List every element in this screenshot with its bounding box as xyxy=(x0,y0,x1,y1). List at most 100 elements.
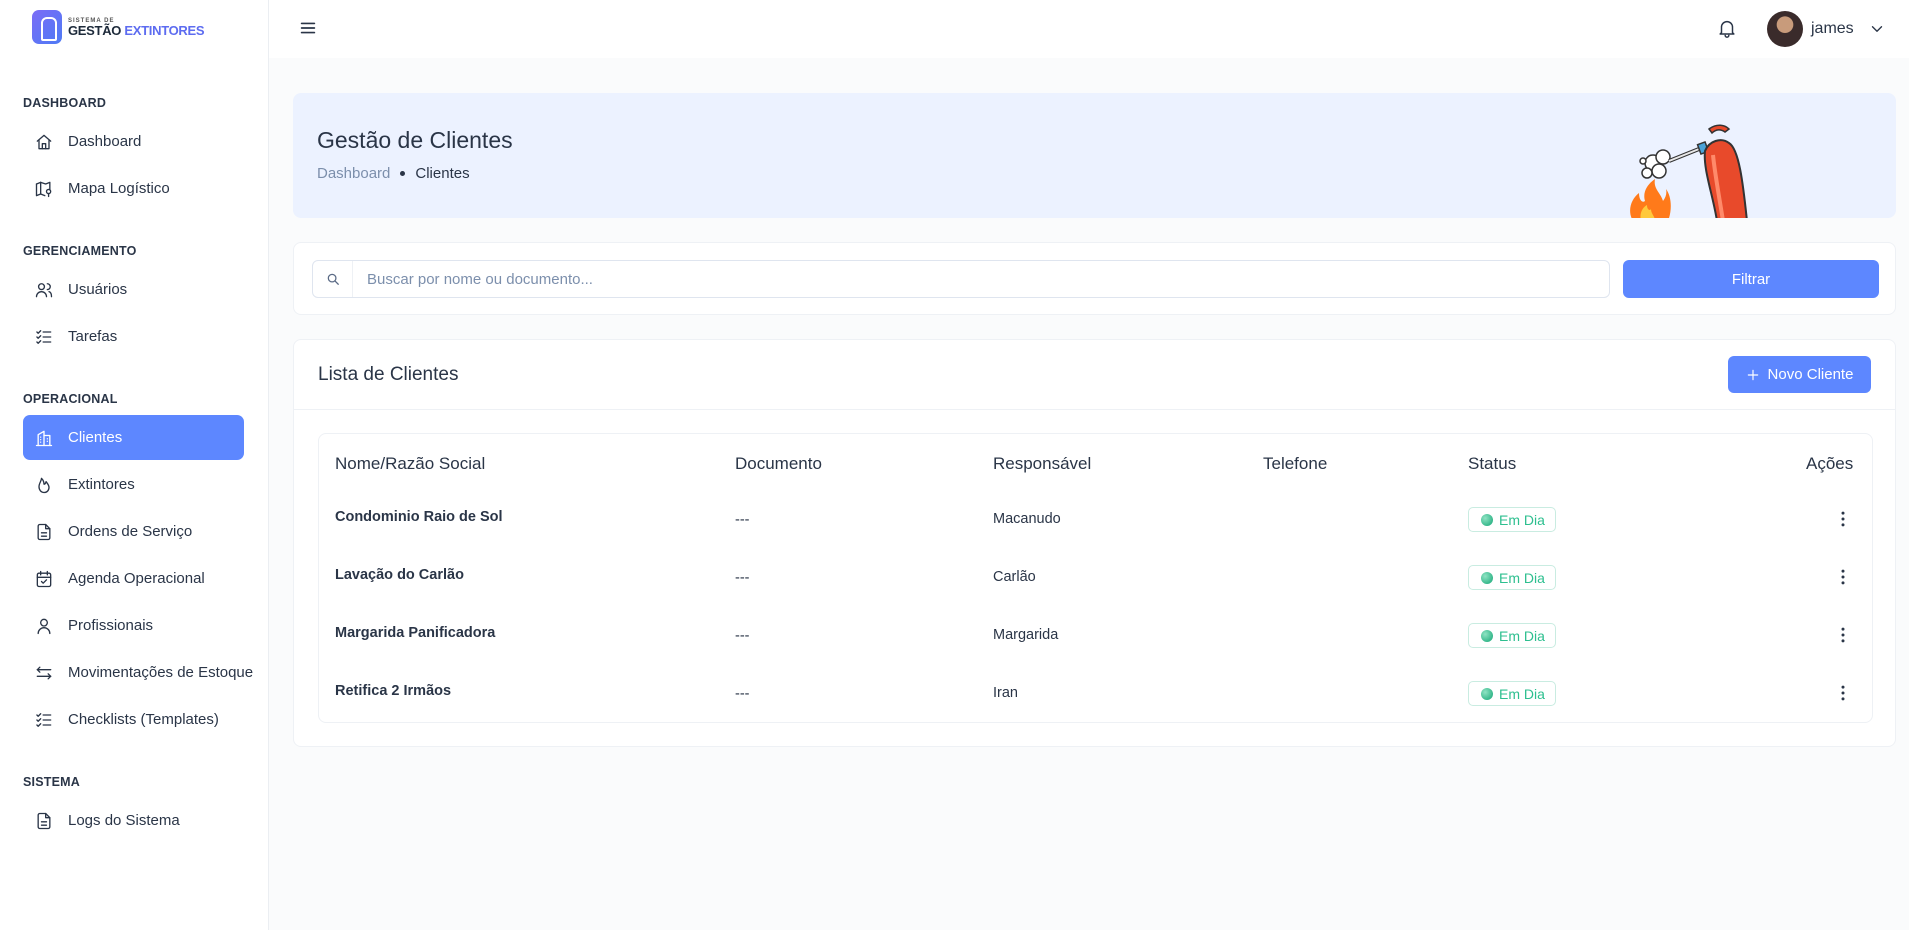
client-responsible: Iran xyxy=(993,685,1018,701)
page-title: Gestão de Clientes xyxy=(317,127,513,153)
sidebar-item-label: Usuários xyxy=(68,281,128,298)
sidebar-item-label: Movimentações de Estoque xyxy=(68,664,254,681)
client-list-card: Lista de Clientes Novo Cliente Nome/Razã… xyxy=(293,339,1896,747)
calendar-icon xyxy=(36,570,52,587)
status-badge: Em Dia xyxy=(1468,507,1556,532)
list-check-icon xyxy=(36,329,52,344)
nav-section-operacional: OPERACIONAL xyxy=(23,392,118,406)
sidebar-item-usuarios[interactable]: Usuários xyxy=(23,267,244,312)
sidebar-item-profissionais[interactable]: Profissionais xyxy=(23,603,244,648)
sidebar-item-clientes[interactable]: Clientes xyxy=(23,415,244,460)
client-name[interactable]: Retifica 2 Irmãos xyxy=(335,683,451,699)
user-icon xyxy=(37,618,51,634)
status-badge: Em Dia xyxy=(1468,681,1556,706)
table-row[interactable]: Margarida Panificadora --- Margarida Em … xyxy=(319,610,1872,668)
fire-extinguisher-illustration-icon xyxy=(1630,124,1748,218)
breadcrumb-dashboard-link[interactable]: Dashboard xyxy=(317,165,390,182)
plus-icon xyxy=(1747,369,1758,380)
sidebar-item-label: Extintores xyxy=(68,476,135,493)
building-icon xyxy=(35,430,53,446)
bell-icon[interactable] xyxy=(1716,17,1738,39)
status-dot-icon xyxy=(1481,629,1493,642)
home-icon xyxy=(36,134,52,149)
more-vertical-icon[interactable] xyxy=(1833,682,1853,704)
column-header-phone[interactable]: Telefone xyxy=(1263,454,1327,474)
file-text-icon xyxy=(37,523,51,540)
new-client-button[interactable]: Novo Cliente xyxy=(1728,356,1871,393)
map-icon xyxy=(35,181,52,197)
sidebar-item-extintores[interactable]: Extintores xyxy=(23,462,244,507)
more-vertical-icon[interactable] xyxy=(1833,624,1853,646)
status-dot-icon xyxy=(1481,687,1493,700)
nav-section-gerenciamento: GERENCIAMENTO xyxy=(23,244,137,258)
status-badge: Em Dia xyxy=(1468,565,1556,590)
menu-icon[interactable] xyxy=(297,17,319,39)
sidebar-item-label: Dashboard xyxy=(68,133,142,150)
table-row[interactable]: Condominio Raio de Sol --- Macanudo Em D… xyxy=(319,494,1872,552)
column-header-name[interactable]: Nome/Razão Social xyxy=(335,454,485,474)
client-responsible: Margarida xyxy=(993,627,1059,643)
status-dot-icon xyxy=(1481,513,1493,526)
status-dot-icon xyxy=(1481,571,1493,584)
client-name[interactable]: Margarida Panificadora xyxy=(335,625,495,641)
nav-section-dashboard: DASHBOARD xyxy=(23,96,107,110)
sidebar-item-label: Mapa Logístico xyxy=(68,180,170,197)
breadcrumb-current: Clientes xyxy=(415,165,470,182)
list-check-icon xyxy=(36,712,52,727)
brand-accent: EXTINTORES xyxy=(124,22,205,38)
brand-logo[interactable]: SISTEMA DE GESTÃO EXTINTORES xyxy=(32,10,205,44)
sidebar-item-label: Ordens de Serviço xyxy=(68,523,193,540)
client-name[interactable]: Lavação do Carlão xyxy=(335,567,464,583)
sidebar-item-label: Tarefas xyxy=(68,328,118,345)
status-badge: Em Dia xyxy=(1468,623,1556,648)
clients-table: Nome/Razão Social Documento Responsável … xyxy=(318,433,1873,723)
user-name: james xyxy=(1811,20,1854,37)
sidebar-item-label: Profissionais xyxy=(68,617,154,634)
sidebar-item-movimentacoes-de-estoque[interactable]: Movimentações de Estoque xyxy=(23,650,263,695)
sidebar-item-checklists[interactable]: Checklists (Templates) xyxy=(23,697,244,742)
brand-main: GESTÃO xyxy=(68,22,122,38)
column-header-actions: Ações xyxy=(1806,454,1854,473)
search-box xyxy=(312,260,1610,298)
client-document: --- xyxy=(735,686,750,702)
table-row[interactable]: Retifica 2 Irmãos --- Iran Em Dia xyxy=(319,668,1872,726)
sidebar-item-label: Clientes xyxy=(68,429,123,446)
flame-icon xyxy=(38,477,50,493)
sidebar-item-label: Logs do Sistema xyxy=(68,812,180,829)
user-menu[interactable]: james xyxy=(1767,11,1886,47)
avatar xyxy=(1767,11,1803,47)
file-text-icon xyxy=(37,812,51,829)
users-icon xyxy=(35,282,53,297)
table-row[interactable]: Lavação do Carlão --- Carlão Em Dia xyxy=(319,552,1872,610)
client-responsible: Macanudo xyxy=(993,511,1061,527)
new-client-label: Novo Cliente xyxy=(1767,366,1854,383)
client-name[interactable]: Condominio Raio de Sol xyxy=(335,509,503,525)
sidebar-item-label: Agenda Operacional xyxy=(68,570,205,587)
chevron-down-icon xyxy=(1871,26,1882,32)
column-header-document[interactable]: Documento xyxy=(735,454,822,474)
arrows-exchange-icon xyxy=(36,666,52,679)
sidebar-item-tarefas[interactable]: Tarefas xyxy=(23,314,244,359)
filter-button[interactable]: Filtrar xyxy=(1623,260,1879,298)
sidebar-item-agenda-operacional[interactable]: Agenda Operacional xyxy=(23,556,244,601)
breadcrumb: Dashboard Clientes xyxy=(317,165,470,182)
column-header-responsible[interactable]: Responsável xyxy=(993,454,1091,474)
topbar: james xyxy=(269,0,1909,58)
sidebar-item-ordens-de-servico[interactable]: Ordens de Serviço xyxy=(23,509,244,554)
sidebar-item-logs-do-sistema[interactable]: Logs do Sistema xyxy=(23,798,244,843)
more-vertical-icon[interactable] xyxy=(1833,508,1853,530)
client-responsible: Carlão xyxy=(993,569,1036,585)
column-header-status[interactable]: Status xyxy=(1468,454,1516,474)
client-document: --- xyxy=(735,570,750,586)
client-document: --- xyxy=(735,628,750,644)
breadcrumb-separator xyxy=(400,171,406,176)
nav-section-sistema: SISTEMA xyxy=(23,775,80,789)
search-icon xyxy=(327,273,339,285)
more-vertical-icon[interactable] xyxy=(1833,566,1853,588)
sidebar-item-dashboard[interactable]: Dashboard xyxy=(23,119,244,164)
search-input[interactable] xyxy=(353,262,1609,296)
sidebar-item-mapa-logistico[interactable]: Mapa Logístico xyxy=(23,166,244,211)
sidebar: SISTEMA DE GESTÃO EXTINTORES DASHBOARD D… xyxy=(0,0,269,930)
client-document: --- xyxy=(735,512,750,528)
list-title: Lista de Clientes xyxy=(318,364,459,385)
